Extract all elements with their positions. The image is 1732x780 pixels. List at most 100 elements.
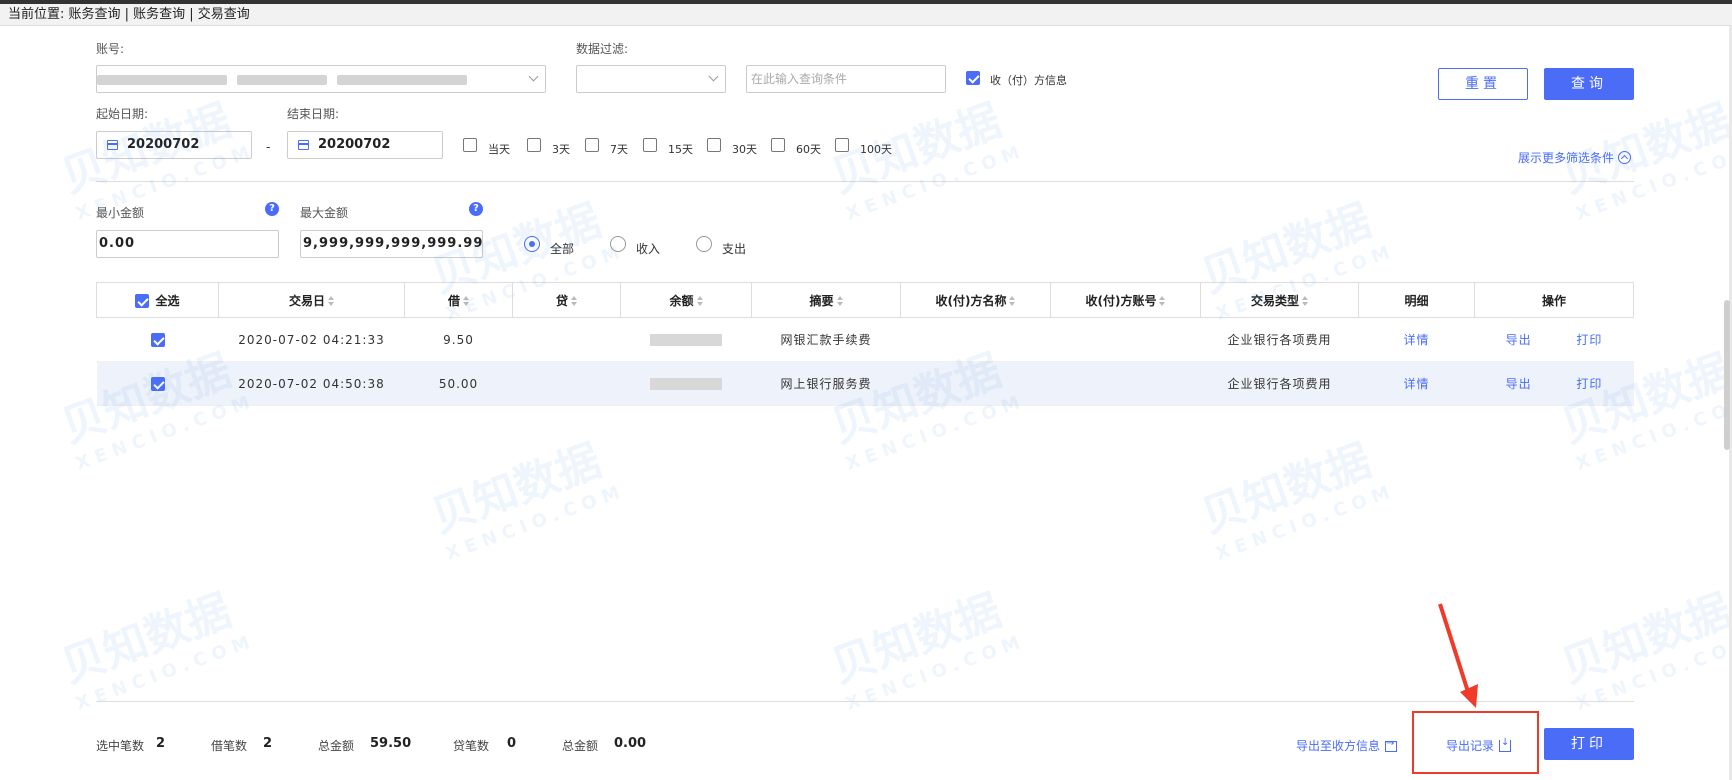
row-export-link[interactable]: 导出 (1506, 377, 1532, 391)
select-all-header[interactable]: 全选 (96, 282, 219, 318)
range-15d-checkbox[interactable] (643, 138, 657, 152)
debit-count-value: 2 (263, 736, 273, 751)
direction-income-label: 收入 (636, 242, 661, 256)
range-today-label: 当天 (488, 143, 510, 156)
watermark-domain: XENCIO.COM (1213, 480, 1399, 565)
col-payee-account-label: 收(付)方账号 (1085, 293, 1157, 308)
reset-button[interactable]: 重置 (1438, 68, 1528, 100)
transactions-table: 全选 交易日 借 贷 余额 摘要 收(付)方名称 收(付)方账号 交易类型 明细… (96, 282, 1634, 406)
select-all-checkbox[interactable] (135, 294, 150, 308)
col-detail: 明细 (1358, 282, 1475, 318)
query-condition-input[interactable]: 在此输入查询条件 (746, 65, 946, 93)
range-30d-checkbox[interactable] (707, 138, 721, 152)
account-select[interactable] (96, 65, 546, 93)
row-summary: 网上银行服务费 (751, 361, 901, 406)
range-7d-checkbox[interactable] (585, 138, 599, 152)
range-15d-label: 15天 (668, 143, 693, 156)
sort-icon (696, 295, 703, 306)
col-summary[interactable]: 摘要 (751, 282, 901, 318)
calendar-icon (298, 140, 309, 150)
direction-all-label: 全部 (550, 242, 575, 256)
end-date-label: 结束日期: (287, 107, 340, 121)
watermark: 贝知数据XENCIO.COM (51, 570, 258, 715)
debit-count-label: 借笔数 (211, 739, 248, 753)
row-balance (620, 317, 752, 362)
data-filter-select[interactable] (576, 65, 726, 93)
sort-icon (1009, 295, 1016, 306)
col-trade-date-label: 交易日 (288, 293, 325, 308)
col-actions-label: 操作 (1541, 293, 1566, 308)
col-actions: 操作 (1474, 282, 1634, 318)
row-print-link[interactable]: 打印 (1576, 377, 1602, 391)
payee-info-label: 收（付）方信息 (990, 74, 1067, 87)
col-type-label: 交易类型 (1250, 293, 1299, 308)
selected-count-value: 2 (156, 736, 166, 751)
annotation-arrow-icon (1438, 603, 1478, 708)
col-credit[interactable]: 贷 (512, 282, 621, 318)
arrow-head (1460, 684, 1478, 708)
min-amount-help-icon[interactable]: ? (265, 202, 279, 216)
direction-all-radio[interactable] (524, 236, 540, 252)
col-payee-account[interactable]: 收(付)方账号 (1050, 282, 1201, 318)
export-arrow-icon (1385, 738, 1398, 752)
chevron-up-icon (1618, 151, 1632, 164)
range-60d-checkbox[interactable] (771, 138, 785, 152)
row-payee-name (900, 361, 1051, 406)
row-type: 企业银行各项费用 (1200, 317, 1359, 362)
data-filter-label: 数据过滤: (576, 42, 629, 56)
range-today-checkbox[interactable] (463, 138, 477, 152)
masked-balance (650, 334, 722, 346)
sort-icon (328, 295, 334, 306)
export-to-payee-link[interactable]: 导出至收方信息 (1296, 737, 1398, 754)
range-7d-label: 7天 (610, 143, 628, 156)
col-payee-name-label: 收(付)方名称 (935, 293, 1007, 308)
payee-info-checkbox[interactable] (966, 71, 980, 85)
watermark-brand: 贝知数据 (424, 435, 608, 544)
row-debit: 50.00 (404, 361, 513, 406)
col-payee-name[interactable]: 收(付)方名称 (900, 282, 1051, 318)
watermark-brand: 贝知数据 (1554, 585, 1732, 694)
max-amount-help-icon[interactable]: ? (469, 202, 483, 216)
direction-expense-radio[interactable] (696, 236, 712, 252)
chevron-down-icon (708, 71, 719, 82)
col-trade-date[interactable]: 交易日 (218, 282, 405, 318)
min-amount-input[interactable]: 0.00 (96, 230, 279, 258)
row-detail-link[interactable]: 详情 (1403, 333, 1429, 347)
masked-account (337, 75, 467, 85)
row-payee-account (1050, 317, 1201, 362)
range-100d-checkbox[interactable] (835, 138, 849, 152)
table-header-row: 全选 交易日 借 贷 余额 摘要 收(付)方名称 收(付)方账号 交易类型 明细… (96, 282, 1634, 318)
row-detail-link[interactable]: 详情 (1403, 377, 1429, 391)
col-debit[interactable]: 借 (404, 282, 513, 318)
start-date-input[interactable]: 20200702 (96, 131, 252, 159)
query-button[interactable]: 查询 (1544, 68, 1634, 100)
row-print-link[interactable]: 打印 (1576, 333, 1602, 347)
watermark-brand: 贝知数据 (54, 585, 238, 694)
print-button[interactable]: 打印 (1544, 728, 1634, 760)
end-date-input[interactable]: 20200702 (287, 131, 443, 159)
more-filters-link[interactable]: 展示更多筛选条件 (1518, 149, 1632, 166)
breadcrumb: 当前位置: 账务查询 | 账务查询 | 交易查询 (0, 4, 1732, 26)
row-checkbox[interactable] (150, 332, 165, 347)
range-3d-checkbox[interactable] (527, 138, 541, 152)
row-checkbox[interactable] (150, 376, 165, 391)
direction-income-radio[interactable] (610, 236, 626, 252)
col-balance[interactable]: 余额 (620, 282, 752, 318)
watermark-domain: XENCIO.COM (73, 630, 259, 715)
row-payee-name (900, 317, 1051, 362)
vertical-scrollbar[interactable] (1724, 300, 1730, 450)
masked-balance (650, 378, 722, 390)
row-export-link[interactable]: 导出 (1506, 333, 1532, 347)
debit-total-label: 总金额 (318, 739, 355, 753)
range-30d-label: 30天 (732, 143, 757, 156)
masked-account (97, 75, 227, 85)
col-summary-label: 摘要 (809, 293, 834, 308)
max-amount-input[interactable]: 9,999,999,999,999.99 (300, 230, 483, 258)
masked-account (237, 75, 327, 85)
range-3d-label: 3天 (552, 143, 570, 156)
watermark: 贝知数据XENCIO.COM (821, 80, 1028, 225)
watermark-brand: 贝知数据 (824, 585, 1008, 694)
sort-icon (1159, 295, 1166, 306)
col-type[interactable]: 交易类型 (1200, 282, 1359, 318)
watermark: 贝知数据XENCIO.COM (421, 420, 628, 565)
